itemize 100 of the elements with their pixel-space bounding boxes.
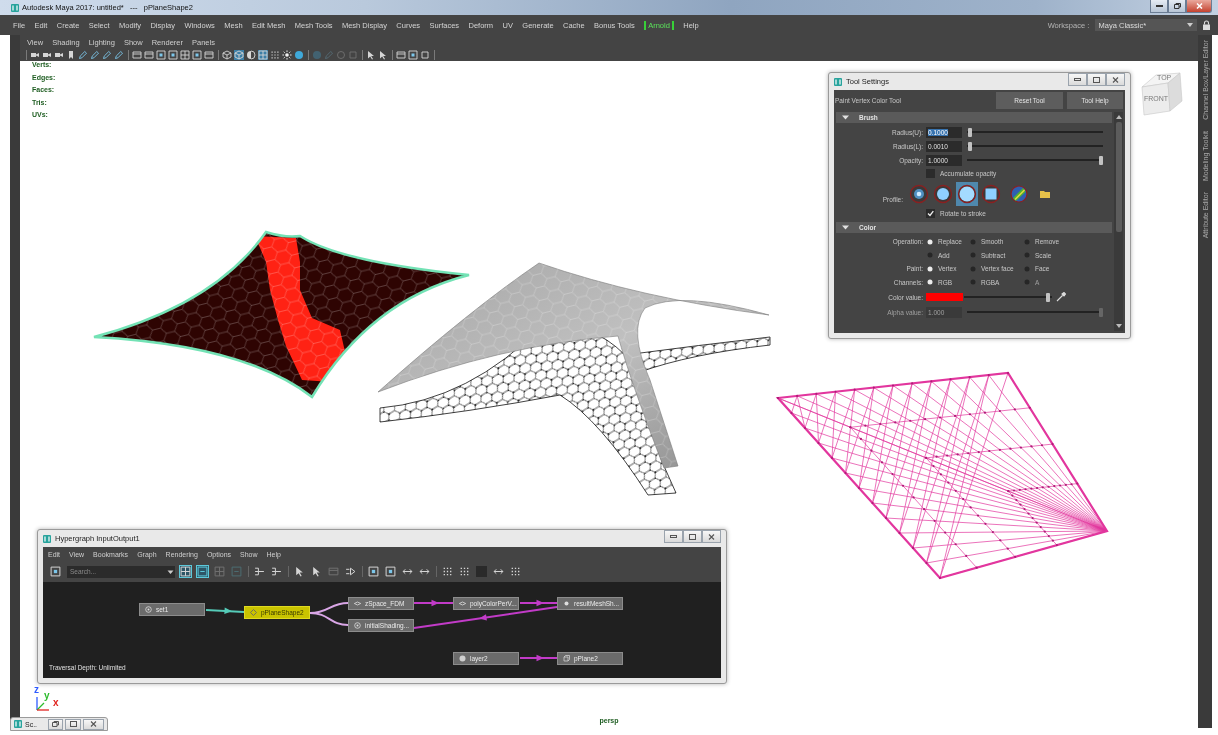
- double-arrow-icon[interactable]: [402, 566, 413, 577]
- dot-grid-icon[interactable]: [459, 566, 470, 577]
- scrollbar[interactable]: [1114, 112, 1123, 331]
- minimize-button[interactable]: [1068, 73, 1087, 86]
- grid-icon[interactable]: [180, 49, 190, 60]
- radio-button[interactable]: [1024, 252, 1030, 259]
- radio-button[interactable]: [927, 238, 933, 245]
- pencil-icon[interactable]: [78, 49, 88, 60]
- frame-icon[interactable]: [168, 49, 178, 60]
- maximize-button[interactable]: [1168, 0, 1186, 13]
- double-arrow-icon[interactable]: [493, 566, 504, 577]
- radio-button[interactable]: [1024, 265, 1030, 272]
- maximize-icon: [69, 721, 77, 727]
- scroll-up-icon[interactable]: [1115, 115, 1122, 119]
- eyedropper-icon[interactable]: [1056, 292, 1066, 302]
- frame-icon[interactable]: [50, 566, 61, 577]
- ring-dot-icon: [354, 622, 361, 629]
- minimize-button[interactable]: [664, 530, 683, 543]
- frame-icon[interactable]: [192, 49, 202, 60]
- cursor-icon[interactable]: [366, 49, 376, 60]
- axis-label: y: [44, 691, 50, 701]
- restore-icon: [52, 721, 60, 727]
- scrollbar-thumb[interactable]: [1115, 122, 1122, 232]
- window-icon[interactable]: [144, 49, 154, 60]
- cube-icon[interactable]: [234, 49, 244, 60]
- slider-thumb[interactable]: [968, 141, 973, 151]
- axis-label: x: [53, 698, 59, 708]
- slider-thumb[interactable]: [1099, 155, 1103, 165]
- minimize-icon: [1074, 78, 1081, 81]
- diamond-icon: [250, 609, 257, 616]
- dropdown-caret-icon[interactable]: [166, 565, 175, 578]
- close-button[interactable]: [1186, 0, 1212, 13]
- radio-button[interactable]: [970, 265, 976, 272]
- tree-icon[interactable]: [254, 566, 265, 577]
- slider-thumb[interactable]: [968, 127, 973, 137]
- maximize-button[interactable]: [1087, 73, 1106, 86]
- close-icon: [89, 721, 97, 727]
- pencil-icon[interactable]: [90, 49, 100, 60]
- pencil-icon[interactable]: [102, 49, 112, 60]
- ramp-circle-icon[interactable]: [1010, 184, 1028, 203]
- radio-button[interactable]: [927, 279, 933, 286]
- close-icon: [1112, 76, 1119, 83]
- cube-icon: [563, 655, 570, 662]
- checkbox[interactable]: [926, 169, 935, 178]
- window-icon[interactable]: [132, 49, 142, 60]
- maximize-button[interactable]: [683, 530, 702, 543]
- close-icon: [708, 533, 715, 540]
- cursor-icon[interactable]: [378, 49, 388, 60]
- radio-button[interactable]: [970, 252, 976, 259]
- grid-icon[interactable]: [258, 49, 268, 60]
- minus-box-icon[interactable]: [197, 566, 208, 577]
- half-circle-icon[interactable]: [246, 49, 256, 60]
- radio-button[interactable]: [1024, 238, 1030, 245]
- cube-icon[interactable]: [222, 49, 232, 60]
- cursor-icon[interactable]: [294, 566, 305, 577]
- restore-button[interactable]: [48, 718, 64, 730]
- scroll-down-icon[interactable]: [1115, 324, 1122, 328]
- frame-icon[interactable]: [156, 49, 166, 60]
- checkbox[interactable]: [926, 209, 935, 218]
- maximize-button[interactable]: [65, 718, 81, 730]
- tree-icon[interactable]: [271, 566, 282, 577]
- radio-button[interactable]: [970, 238, 976, 245]
- frame-icon[interactable]: [408, 49, 418, 60]
- large-circle-brush-icon[interactable]: [956, 181, 978, 206]
- lens-icon: [459, 600, 466, 607]
- dot-grid-icon[interactable]: [510, 566, 521, 577]
- square-icon[interactable]: [420, 49, 430, 60]
- window-icon[interactable]: [396, 49, 406, 60]
- slider-thumb[interactable]: [1046, 292, 1051, 302]
- frame-icon[interactable]: [368, 566, 379, 577]
- lock-icon[interactable]: [1203, 20, 1210, 30]
- arrow-icon[interactable]: [345, 566, 356, 577]
- close-button[interactable]: [82, 718, 104, 730]
- minimize-icon: [1155, 5, 1163, 7]
- grid-icon[interactable]: [180, 566, 191, 577]
- folder-icon[interactable]: [1040, 189, 1050, 198]
- bookmark-icon[interactable]: [66, 49, 76, 60]
- maximize-icon: [1093, 76, 1100, 83]
- frame-icon[interactable]: [385, 566, 396, 577]
- maximize-icon: [689, 533, 696, 540]
- pencil-icon[interactable]: [114, 49, 124, 60]
- sun-icon[interactable]: [282, 49, 292, 60]
- app-logo-icon: [14, 720, 22, 728]
- minimize-button[interactable]: [1150, 0, 1168, 13]
- radio-button[interactable]: [970, 279, 976, 286]
- triangle-icon: [842, 114, 849, 121]
- window-icon[interactable]: [204, 49, 214, 60]
- triangle-icon: [842, 224, 849, 231]
- dot-grid-icon[interactable]: [442, 566, 453, 577]
- close-button[interactable]: [702, 530, 721, 543]
- double-arrow-icon[interactable]: [419, 566, 430, 577]
- radio-button[interactable]: [927, 252, 933, 259]
- close-button[interactable]: [1106, 73, 1125, 86]
- radio-button[interactable]: [927, 265, 933, 272]
- sphere-icon: [459, 655, 466, 662]
- dropdown-caret-icon: [1186, 23, 1193, 27]
- app-logo-icon: [834, 77, 842, 86]
- dot-grid-icon[interactable]: [270, 49, 280, 60]
- cursor-icon[interactable]: [311, 566, 322, 577]
- color-swatch[interactable]: [926, 293, 963, 301]
